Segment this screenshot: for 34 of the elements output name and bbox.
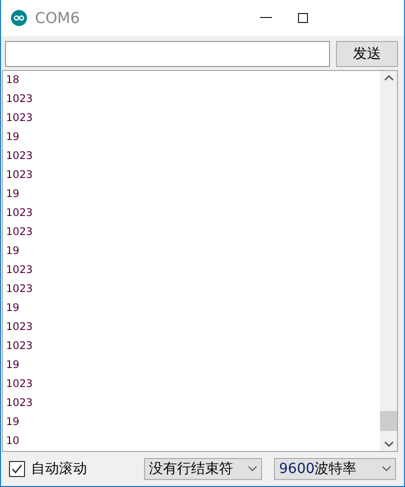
output-line: 1023 <box>6 92 34 107</box>
output-line: 1023 <box>6 225 34 240</box>
window-title: COM6 <box>35 9 80 27</box>
baud-rate-dropdown[interactable]: 9600波特率 <box>274 458 396 480</box>
output-line: 19 <box>6 301 20 316</box>
output-line: 1023 <box>6 320 34 335</box>
output-line: 1023 <box>6 263 34 278</box>
scrollbar[interactable] <box>380 71 397 451</box>
caret-icon <box>248 466 257 472</box>
output-line: 1023 <box>6 168 34 183</box>
output-line: 1023 <box>6 206 34 221</box>
output-line: 19 <box>6 358 20 373</box>
autoscroll-checkbox[interactable] <box>9 461 25 477</box>
output-line: 1023 <box>6 339 34 354</box>
output-line: 1023 <box>6 282 34 297</box>
send-button[interactable]: 发送 <box>336 41 398 67</box>
output-line: 1023 <box>6 111 34 126</box>
output-line: 19 <box>6 415 20 430</box>
output-line: 1023 <box>6 396 34 411</box>
minimize-icon[interactable] <box>260 17 272 19</box>
line-ending-dropdown[interactable]: 没有行结束符 <box>144 458 262 480</box>
output-line: 19 <box>6 244 20 259</box>
autoscroll-label: 自动滚动 <box>31 460 87 478</box>
scroll-thumb[interactable] <box>380 411 397 431</box>
message-input[interactable] <box>5 41 330 67</box>
output-line: 10 <box>6 434 20 449</box>
output-line: 1023 <box>6 149 34 164</box>
caret-icon <box>382 466 391 472</box>
output-line: 19 <box>6 187 20 202</box>
app-logo-icon <box>11 10 27 26</box>
output-line: 19 <box>6 130 20 145</box>
maximize-icon[interactable] <box>298 13 308 23</box>
output-line: 18 <box>6 73 20 88</box>
output-line: 1023 <box>6 377 34 392</box>
